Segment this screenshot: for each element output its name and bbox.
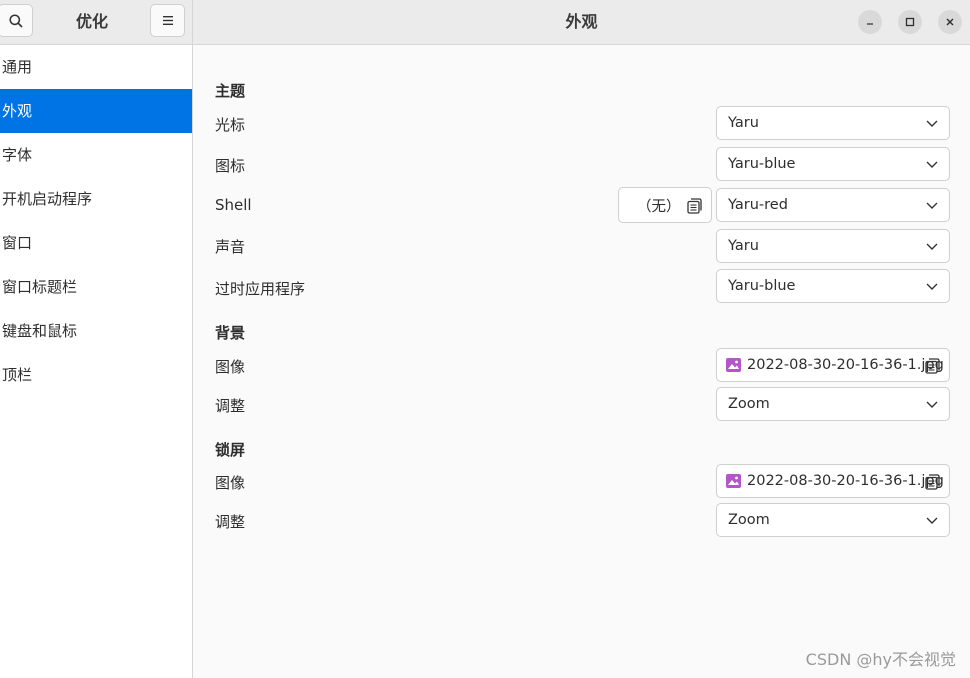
lockscreen-adjust-value: Zoom	[728, 512, 770, 528]
document-icon	[925, 358, 940, 374]
close-button[interactable]	[938, 10, 962, 34]
shell-label: Shell	[215, 196, 252, 214]
background-image-filename: 2022-08-30-20-16-36-1.jpg	[747, 357, 944, 373]
document-icon	[687, 198, 702, 214]
lockscreen-adjust-combo[interactable]: Zoom	[716, 503, 950, 537]
sidebar-item-general[interactable]: 通用	[0, 45, 192, 89]
main-header: 外观	[193, 0, 970, 44]
chevron-down-icon	[926, 401, 938, 408]
cursor-theme-combo[interactable]: Yaru	[716, 106, 950, 140]
chevron-down-icon	[926, 283, 938, 290]
chevron-down-icon	[926, 517, 938, 524]
chevron-down-icon	[926, 161, 938, 168]
minimize-icon	[867, 23, 873, 25]
sidebar-item-window-titlebars[interactable]: 窗口标题栏	[0, 265, 192, 309]
sidebar-item-top-bar[interactable]: 顶栏	[0, 353, 192, 397]
page-title: 外观	[565, 12, 598, 31]
cursor-label: 光标	[215, 116, 246, 134]
lockscreen-image-label: 图像	[215, 474, 246, 492]
sidebar-item-keyboard-mouse[interactable]: 键盘和鼠标	[0, 309, 192, 353]
sidebar-title: 优化	[75, 12, 108, 31]
background-section-title: 背景	[215, 324, 246, 342]
search-button[interactable]	[0, 4, 33, 37]
shell-theme-value: Yaru-red	[728, 197, 788, 213]
shell-theme-combo[interactable]: Yaru-red	[716, 188, 950, 222]
sound-theme-value: Yaru	[728, 238, 759, 254]
sidebar-item-windows[interactable]: 窗口	[0, 221, 192, 265]
close-icon	[946, 18, 954, 26]
sidebar: 通用 外观 字体 开机启动程序 窗口 窗口标题栏 键盘和鼠标 顶栏	[0, 45, 193, 678]
cursor-theme-value: Yaru	[728, 115, 759, 131]
header-bar: 优化 外观	[0, 0, 970, 45]
sidebar-item-fonts[interactable]: 字体	[0, 133, 192, 177]
background-adjust-combo[interactable]: Zoom	[716, 387, 950, 421]
chevron-down-icon	[926, 243, 938, 250]
sidebar-item-appearance[interactable]: 外观	[0, 89, 192, 133]
main-panel: 主题 光标 Yaru 图标 Yaru-blue Shell （无） Yaru-r…	[193, 45, 970, 678]
maximize-icon	[905, 17, 915, 27]
icons-label: 图标	[215, 157, 246, 175]
background-image-chooser[interactable]: 2022-08-30-20-16-36-1.jpg	[716, 348, 950, 382]
image-file-icon	[726, 358, 741, 372]
menu-button[interactable]	[150, 4, 185, 37]
sound-label: 声音	[215, 238, 246, 256]
lockscreen-image-filename: 2022-08-30-20-16-36-1.jpg	[747, 473, 944, 489]
lockscreen-image-chooser[interactable]: 2022-08-30-20-16-36-1.jpg	[716, 464, 950, 498]
background-adjust-value: Zoom	[728, 396, 770, 412]
image-file-icon	[726, 474, 741, 488]
background-image-label: 图像	[215, 358, 246, 376]
legacy-apps-label: 过时应用程序	[215, 280, 306, 298]
icon-theme-value: Yaru-blue	[728, 156, 796, 172]
themes-section-title: 主题	[215, 82, 246, 100]
sound-theme-combo[interactable]: Yaru	[716, 229, 950, 263]
search-icon	[8, 13, 23, 28]
shell-none-text: （无）	[637, 198, 681, 215]
chevron-down-icon	[926, 202, 938, 209]
sidebar-header: 优化	[0, 0, 193, 44]
legacy-apps-theme-combo[interactable]: Yaru-blue	[716, 269, 950, 303]
icon-theme-combo[interactable]: Yaru-blue	[716, 147, 950, 181]
sidebar-item-startup-apps[interactable]: 开机启动程序	[0, 177, 192, 221]
legacy-apps-theme-value: Yaru-blue	[728, 278, 796, 294]
maximize-button[interactable]	[898, 10, 922, 34]
lockscreen-section-title: 锁屏	[215, 441, 246, 459]
background-adjust-label: 调整	[215, 397, 246, 415]
lockscreen-adjust-label: 调整	[215, 513, 246, 531]
minimize-button[interactable]	[858, 10, 882, 34]
document-icon	[925, 474, 940, 490]
chevron-down-icon	[926, 120, 938, 127]
watermark: CSDN @hy不会视觉	[805, 650, 956, 669]
hamburger-menu-icon	[162, 16, 173, 25]
shell-none-button[interactable]: （无）	[618, 187, 712, 223]
